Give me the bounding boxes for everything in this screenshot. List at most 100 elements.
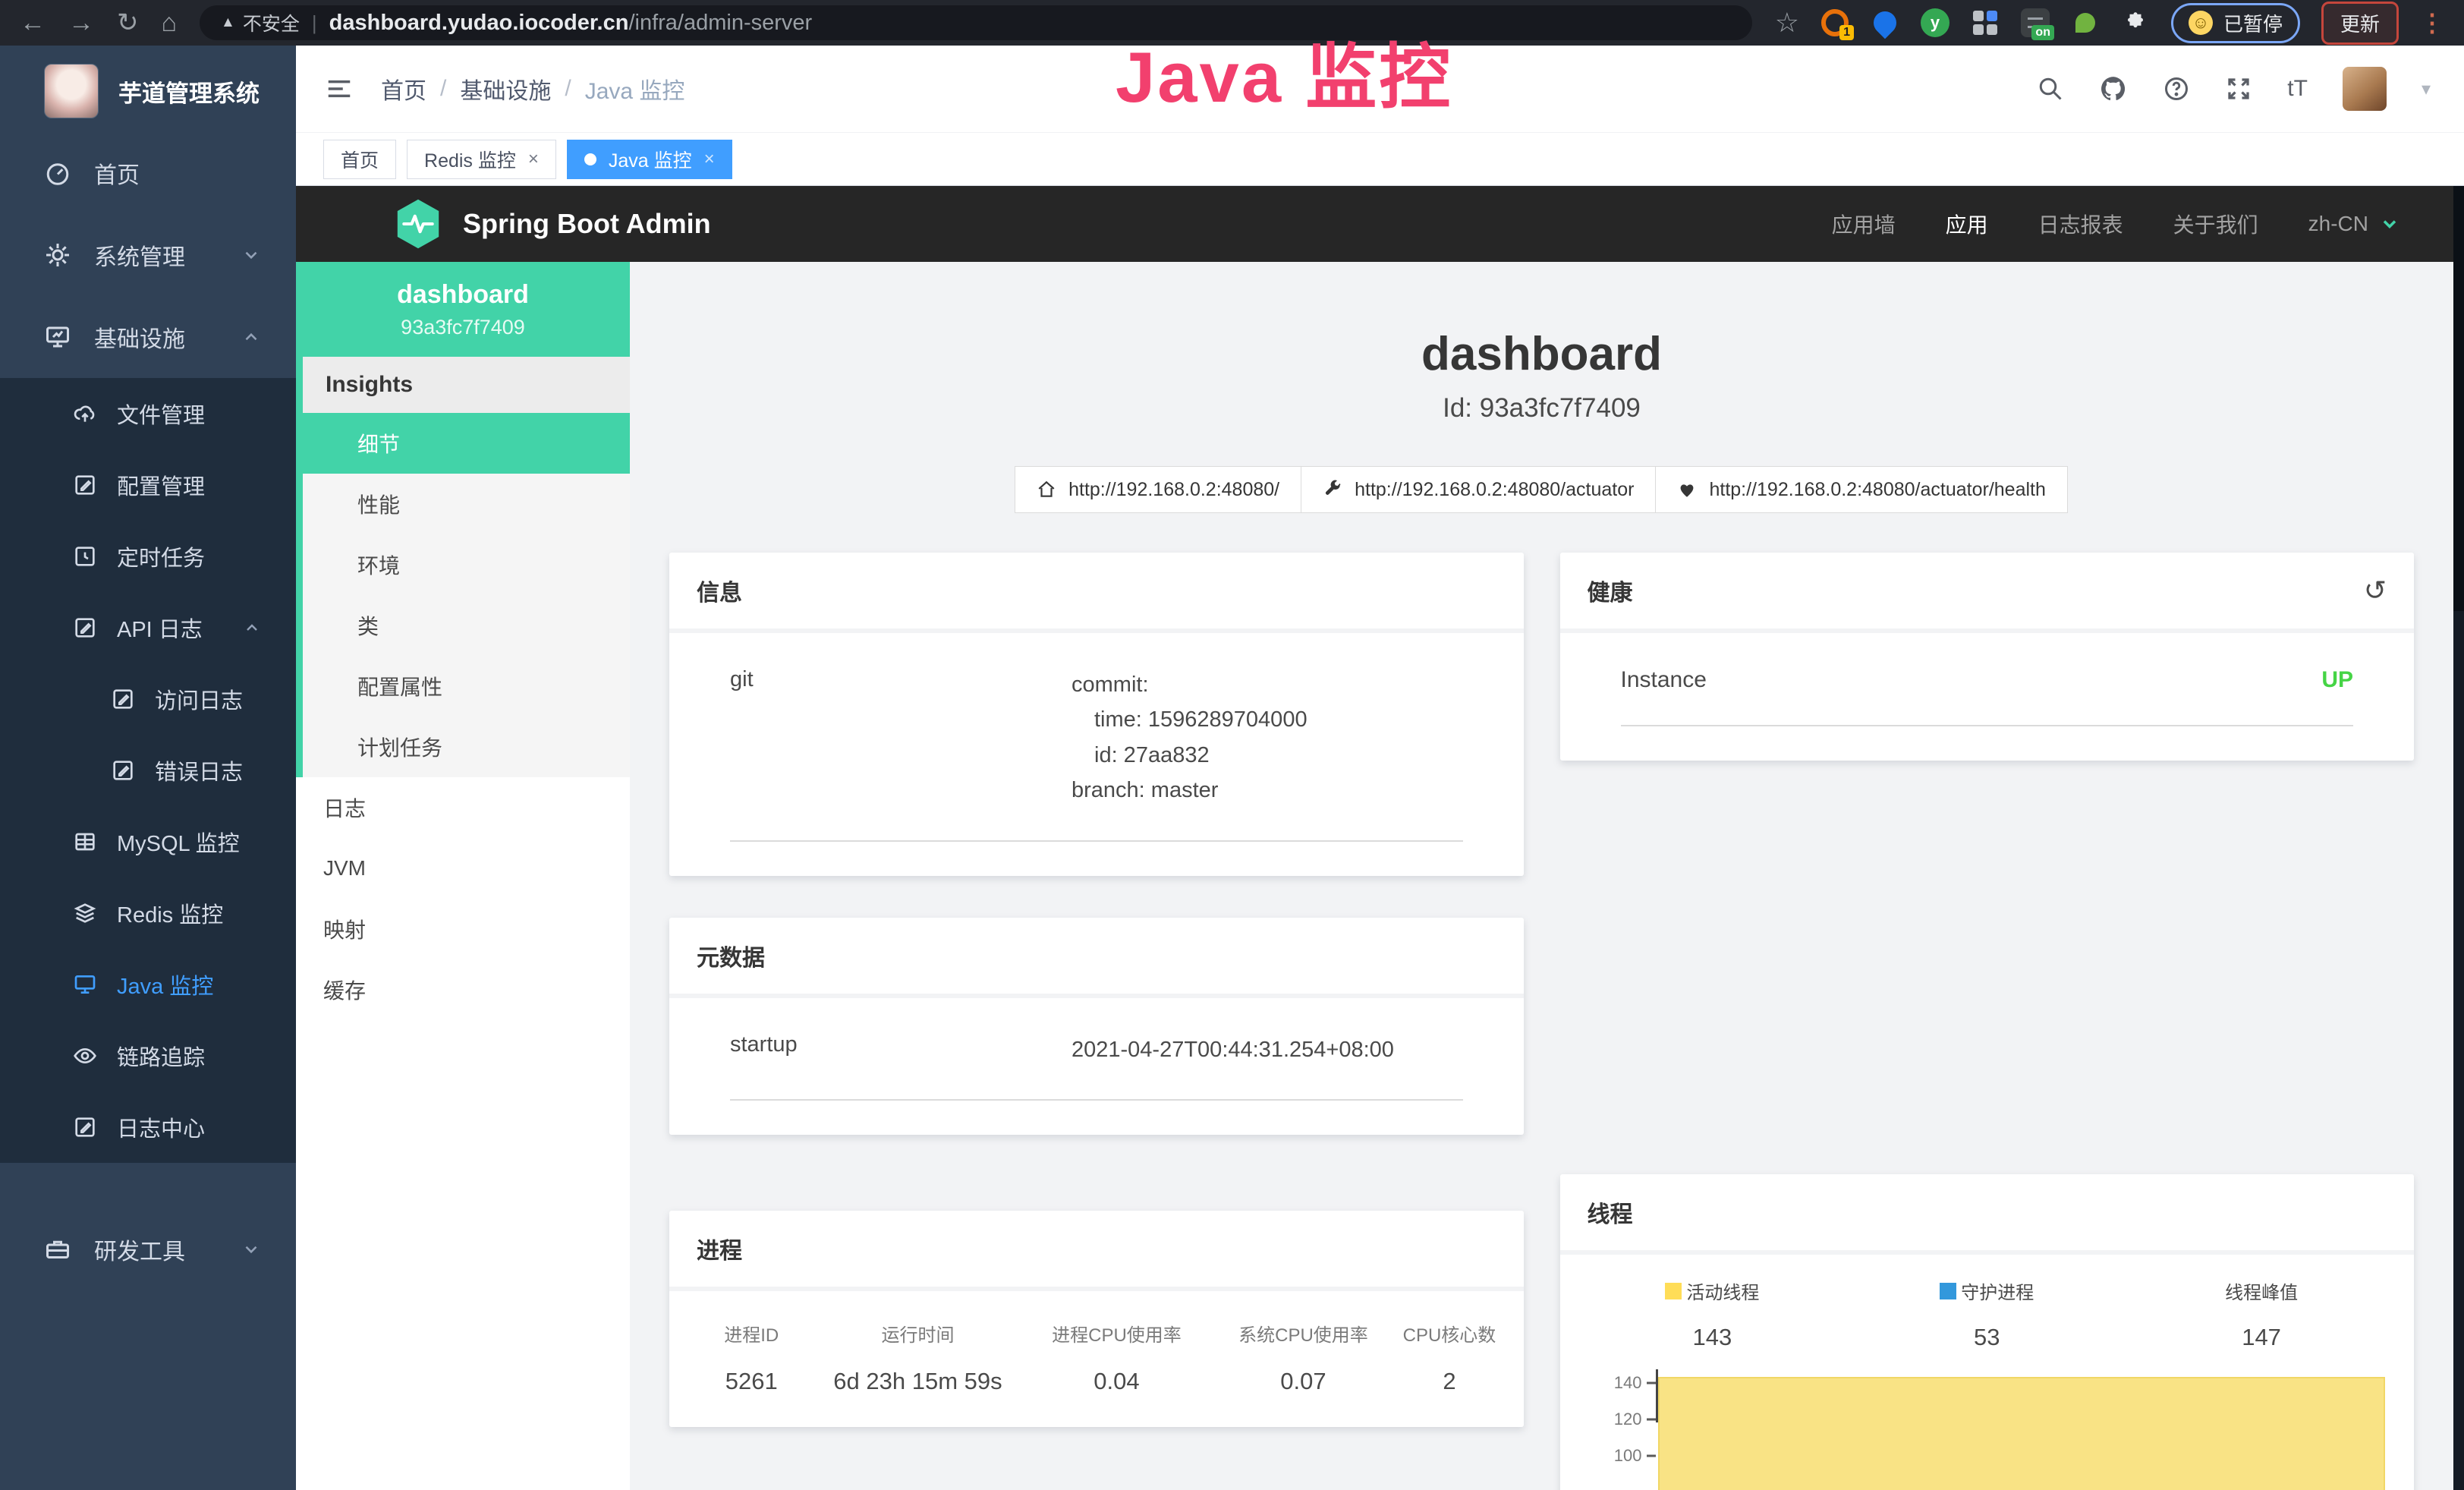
forward-icon[interactable]: → [68, 10, 94, 36]
sba-menu-environment[interactable]: 环境 [303, 534, 630, 595]
github-icon[interactable] [2099, 74, 2128, 103]
user-menu-caret-icon[interactable]: ▾ [2422, 78, 2431, 100]
actuator-url-button[interactable]: http://192.168.0.2:48080/actuator [1301, 466, 1656, 513]
extension-icon-grid[interactable] [1971, 8, 2000, 37]
address-bar[interactable]: ▲不安全 | dashboard.yudao.iocoder.cn/infra/… [200, 5, 1752, 40]
extension-icon-pin[interactable] [1871, 8, 1899, 37]
gear-icon [44, 241, 71, 269]
threads-chart-plot [1656, 1374, 2387, 1490]
sba-nav-applications[interactable]: 应用 [1946, 209, 1988, 239]
chevron-up-icon [241, 327, 261, 347]
sba-menu-jvm[interactable]: JVM [296, 838, 630, 899]
sidebar-item-dev-tools[interactable]: 研发工具 [0, 1208, 296, 1290]
sba-menu-metrics[interactable]: 性能 [303, 474, 630, 534]
process-pid: 5261 [691, 1368, 812, 1395]
sidebar-item-file-mgmt[interactable]: 文件管理 [0, 378, 296, 449]
font-size-icon[interactable]: tT [2287, 76, 2308, 102]
sidebar-item-home[interactable]: 首页 [0, 132, 296, 214]
chevron-down-icon [2379, 213, 2400, 235]
close-icon[interactable]: × [704, 149, 715, 170]
metadata-row-value: 2021-04-27T00:44:31.254+08:00 [1072, 1032, 1394, 1067]
sba-menu-caches[interactable]: 缓存 [296, 959, 630, 1020]
threads-card: 线程 活动线程 143 守护进程 53 线程峰值 147 [1560, 1174, 2415, 1490]
edit-icon [73, 1115, 97, 1139]
url-host: dashboard.yudao.iocoder.cn [329, 11, 629, 35]
sidebar-item-access-logs[interactable]: 访问日志 [0, 663, 296, 735]
back-icon[interactable]: ← [20, 10, 46, 36]
fullscreen-icon[interactable] [2225, 75, 2252, 102]
sidebar-item-redis-monitor[interactable]: Redis 监控 [0, 877, 296, 949]
threads-daemon-value: 53 [1974, 1324, 2000, 1351]
row-divider [1621, 725, 2354, 726]
not-secure-warning[interactable]: ▲不安全 [221, 9, 300, 36]
breadcrumb-home[interactable]: 首页 [381, 72, 426, 106]
extension-icon-switch[interactable]: on [2021, 8, 2050, 37]
health-history-icon[interactable]: ↺ [2364, 575, 2387, 606]
sidebar-item-scheduled-jobs[interactable]: 定时任务 [0, 521, 296, 592]
health-instance-row[interactable]: Instance UP [1621, 667, 2354, 693]
breadcrumb-infrastructure[interactable]: 基础设施 [460, 72, 551, 106]
sba-menu-logs[interactable]: 日志 [296, 777, 630, 838]
sba-locale-select[interactable]: zh-CN [2308, 212, 2400, 236]
bookmark-star-icon[interactable]: ☆ [1775, 7, 1799, 39]
sidebar-item-config-mgmt[interactable]: 配置管理 [0, 449, 296, 521]
instance-links: http://192.168.0.2:48080/ http://192.168… [630, 466, 2453, 513]
help-icon[interactable] [2163, 75, 2190, 102]
sba-nav-wallboard[interactable]: 应用墙 [1832, 209, 1896, 239]
sba-menu-scheduled-tasks[interactable]: 计划任务 [303, 717, 630, 777]
close-icon[interactable]: × [528, 149, 539, 170]
tag-tab-java-monitor[interactable]: Java 监控× [567, 140, 732, 179]
scrollbar-thumb[interactable] [2453, 186, 2464, 611]
edit-icon [73, 473, 97, 497]
extensions-puzzle-icon[interactable] [2121, 8, 2150, 37]
status-badge: UP [2321, 667, 2353, 693]
service-url-button[interactable]: http://192.168.0.2:48080/ [1015, 466, 1301, 513]
home-icon[interactable]: ⌂ [162, 10, 178, 36]
tag-tab-home[interactable]: 首页 [323, 140, 396, 179]
search-icon[interactable] [2037, 75, 2064, 102]
sba-header: Spring Boot Admin 应用墙 应用 日志报表 关于我们 zh-CN [296, 186, 2464, 262]
browser-menu-icon[interactable]: ⋮ [2420, 8, 2444, 37]
sba-instance-panel[interactable]: dashboard 93a3fc7f7409 [296, 262, 630, 357]
sba-nav-about[interactable]: 关于我们 [2173, 209, 2258, 239]
vertical-scrollbar[interactable] [2453, 186, 2464, 1490]
chevron-down-icon [241, 245, 261, 265]
sba-menu-classes[interactable]: 类 [303, 595, 630, 656]
sidebar-item-tracing[interactable]: 链路追踪 [0, 1020, 296, 1092]
sidebar-item-api-logs[interactable]: API 日志 [0, 592, 296, 663]
sidebar-item-system-mgmt[interactable]: 系统管理 [0, 214, 296, 296]
threads-area-fill [1658, 1377, 2386, 1490]
reload-icon[interactable]: ↻ [117, 10, 139, 36]
sidebar-item-java-monitor[interactable]: Java 监控 [0, 949, 296, 1020]
heart-icon [1677, 480, 1697, 499]
sidebar-item-error-logs[interactable]: 错误日志 [0, 735, 296, 806]
extension-icon-leaf[interactable] [2071, 8, 2100, 37]
sba-menu-mappings[interactable]: 映射 [296, 899, 630, 959]
sidebar-item-infrastructure[interactable]: 基础设施 [0, 296, 296, 378]
hamburger-icon[interactable] [325, 74, 354, 103]
health-url-button[interactable]: http://192.168.0.2:48080/actuator/health [1655, 466, 2067, 513]
cpu-cores: 2 [1396, 1368, 1502, 1395]
legend-swatch-live [1665, 1283, 1682, 1299]
user-avatar[interactable] [2343, 67, 2387, 111]
cloud-upload-icon [73, 402, 97, 426]
extension-icon-orange[interactable]: 1 [1820, 8, 1849, 37]
app-logo[interactable]: 芋道管理系统 [0, 46, 296, 118]
sidebar-item-log-center[interactable]: 日志中心 [0, 1092, 296, 1163]
sba-menu-config-props[interactable]: 配置属性 [303, 656, 630, 717]
sba-menu-details[interactable]: 细节 [303, 413, 630, 474]
tag-tab-redis-monitor[interactable]: Redis 监控× [407, 140, 556, 179]
sba-brand[interactable]: Spring Boot Admin [463, 208, 711, 240]
process-uptime: 6d 23h 15m 59s [812, 1368, 1023, 1395]
profile-paused-chip[interactable]: ☺已暂停 [2171, 3, 2300, 43]
threads-peak-value: 147 [2242, 1324, 2281, 1351]
warning-icon: ▲ [221, 14, 235, 31]
chrome-update-button[interactable]: 更新 [2321, 2, 2399, 45]
sba-nav-journal[interactable]: 日志报表 [2038, 209, 2123, 239]
extension-icon-green-y[interactable]: y [1921, 8, 1949, 37]
info-row-value: commit: time: 1596289704000 id: 27aa832 … [1072, 667, 1308, 808]
sidebar-item-mysql-monitor[interactable]: MySQL 监控 [0, 806, 296, 877]
app-sidebar: 芋道管理系统 首页 系统管理 基础设施 文件管理 配置管理 [0, 46, 296, 1490]
instance-name: dashboard [397, 280, 529, 310]
eye-icon [73, 1044, 97, 1068]
